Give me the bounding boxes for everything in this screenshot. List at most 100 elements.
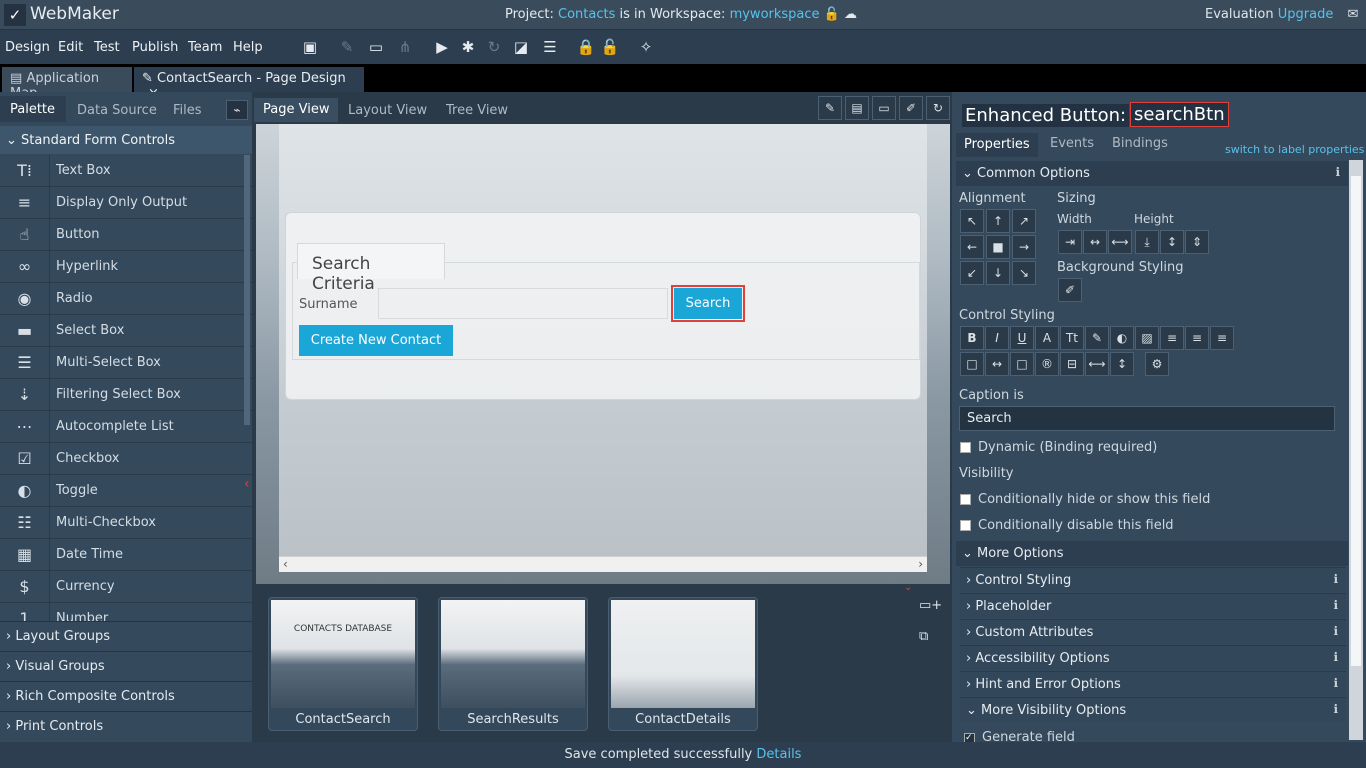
paint-brush-icon[interactable]: ✐ [1058,278,1082,302]
tab-properties[interactable]: Properties [956,133,1038,157]
width-shrink-icon[interactable]: ⇥ [1058,230,1082,254]
gear-icon[interactable]: ⚙ [1145,352,1169,376]
palette-item[interactable]: ◐ Toggle [0,475,252,507]
create-new-contact-button[interactable]: Create New Contact [299,325,453,356]
thumbnail-contactdetails[interactable]: ContactDetails [608,597,758,731]
palette-scrollbar[interactable] [244,155,250,425]
add-page-icon[interactable]: ▭+ [919,598,942,613]
horizontal-spacing-icon[interactable]: ⟷ [1085,352,1109,376]
border-color-icon[interactable]: □ [1010,352,1034,376]
palette-item[interactable]: ⋯ Autocomplete List [0,411,252,443]
scroll-left-icon[interactable]: ‹ [283,557,288,571]
tab-files[interactable]: Files [173,103,202,118]
page-horizontal-scrollbar[interactable]: ‹ › [279,556,927,572]
tab-page-design[interactable]: ✎ ContactSearch - Page Design × [134,67,364,101]
font-icon[interactable]: A [1035,326,1059,350]
palette-item[interactable]: ☝ Button [0,219,252,251]
lock-icon[interactable]: 🔒 [576,37,596,57]
menu-test[interactable]: Test [94,40,120,55]
standard-form-controls-header[interactable]: ⌄ Standard Form Controls [0,126,252,154]
tab-tree-view[interactable]: Tree View [446,103,508,118]
cloud-icon[interactable]: ☁ [844,7,857,22]
status-details-link[interactable]: Details [756,747,801,762]
text-color-icon[interactable]: ✎ [1085,326,1109,350]
tab-bindings[interactable]: Bindings [1112,136,1168,151]
collapse-left-icon[interactable]: ‹ [244,476,250,492]
server-icon[interactable]: ☰ [540,37,560,57]
info-icon[interactable]: ℹ [1333,650,1338,664]
border-icon[interactable]: □ [960,352,984,376]
save-icon[interactable]: ▣ [300,37,320,57]
lightbulb-icon[interactable]: ✧ [636,37,656,57]
height-full-icon[interactable]: ⇕ [1185,230,1209,254]
height-fit-icon[interactable]: ↕ [1160,230,1184,254]
cond-hide-checkbox[interactable] [960,494,971,505]
text-size-icon[interactable]: Tt [1060,326,1084,350]
group-rich-composite-controls[interactable]: › Rich Composite Controls [0,681,252,711]
menu-design[interactable]: Design [5,40,50,55]
subsection-custom-attributes[interactable]: › Custom Attributes ℹ [960,619,1346,644]
duplicate-page-icon[interactable]: ⧉ [919,629,928,644]
align-center-icon[interactable]: ■ [986,235,1010,259]
sitemap-icon[interactable]: ⋔ [395,37,415,57]
palette-item[interactable]: $ Currency [0,571,252,603]
tab-events[interactable]: Events [1050,136,1094,151]
width-full-icon[interactable]: ⟷ [1108,230,1132,254]
tab-palette[interactable]: Palette [0,96,66,122]
thumbnail-contactsearch[interactable]: CONTACTS DATABASE ContactSearch [268,597,418,731]
group-layout-groups[interactable]: › Layout Groups [0,621,252,651]
edit-icon[interactable]: ✎ [337,37,357,57]
underline-icon[interactable]: U [1010,326,1034,350]
unlock-disabled-icon[interactable]: 🔓 [600,37,620,57]
subsection-more-visibility-options[interactable]: ⌄ More Visibility Options ℹ [960,697,1346,722]
subsection-accessibility-options[interactable]: › Accessibility Options ℹ [960,645,1346,670]
palette-item[interactable]: T⁞ Text Box [0,155,252,187]
palette-item[interactable]: ⇣ Filtering Select Box [0,379,252,411]
palette-item[interactable]: ☷ Multi-Checkbox [0,507,252,539]
common-options-header[interactable]: ⌄ Common Options ℹ [956,161,1348,186]
italic-icon[interactable]: I [985,326,1009,350]
refresh-icon[interactable]: ↻ [484,37,504,57]
upgrade-link[interactable]: Upgrade [1278,7,1334,22]
palette-item[interactable]: ☑ Checkbox [0,443,252,475]
align-top-left-icon[interactable]: ↖ [960,209,984,233]
palette-item[interactable]: ☰ Multi-Select Box [0,347,252,379]
palette-item[interactable]: 1 Number [0,603,252,623]
caption-input[interactable]: Search [959,406,1335,431]
thumbnail-searchresults[interactable]: SearchResults [438,597,588,731]
edit-page-icon[interactable]: ✎ [818,96,842,120]
align-left-icon[interactable]: ← [960,235,984,259]
switch-to-label-properties-link[interactable]: switch to label properties [1225,143,1364,156]
align-text-center-icon[interactable]: ≡ [1185,326,1209,350]
paint-brush-icon[interactable]: ✐ [899,96,923,120]
tab-page-view[interactable]: Page View [254,98,339,122]
more-options-header[interactable]: ⌄ More Options [956,541,1348,566]
tab-data-source[interactable]: Data Source [77,103,157,118]
group-visual-groups[interactable]: › Visual Groups [0,651,252,681]
registered-icon[interactable]: ® [1035,352,1059,376]
card-icon[interactable]: ▭ [872,96,896,120]
run-icon[interactable]: ▶ [432,37,452,57]
subsection-control-styling[interactable]: › Control Styling ℹ [960,567,1346,592]
tab-application-map[interactable]: ▤ Application Map [2,67,132,101]
margin-icon[interactable]: ⊟ [1060,352,1084,376]
group-print-controls[interactable]: › Print Controls [0,711,252,741]
align-right-icon[interactable]: → [1012,235,1036,259]
vertical-spacing-icon[interactable]: ↕ [1110,352,1134,376]
mail-icon[interactable]: ✉ [1347,7,1358,22]
eraser-icon[interactable]: ◪ [511,37,531,57]
menu-edit[interactable]: Edit [58,40,83,55]
menu-team[interactable]: Team [188,40,222,55]
surname-input[interactable] [378,288,668,319]
list-icon[interactable]: ▤ [845,96,869,120]
collapse-down-icon[interactable]: ⌄ [904,582,912,593]
padding-icon[interactable]: ↔ [985,352,1009,376]
menu-publish[interactable]: Publish [132,40,178,55]
bold-icon[interactable]: B [960,326,984,350]
info-icon[interactable]: ℹ [1333,598,1338,612]
info-icon[interactable]: ℹ [1333,702,1338,716]
control-name[interactable]: searchBtn [1130,102,1229,127]
palette-item[interactable]: ▦ Date Time [0,539,252,571]
info-icon[interactable]: ℹ [1333,624,1338,638]
info-icon[interactable]: ℹ [1335,165,1340,179]
